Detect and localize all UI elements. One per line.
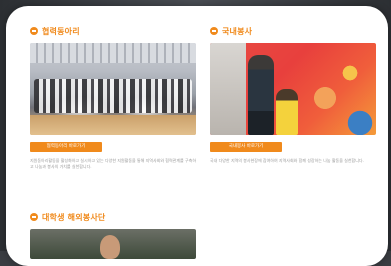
- section-title: 협력동아리: [42, 26, 80, 36]
- section-title: 대학생 해외봉사단: [42, 212, 106, 222]
- domestic-photo[interactable]: [210, 43, 376, 135]
- section-club: 협력동아리 협력동아리 바로가기 지원동아리활동을 활성화하고 실시하고 있는 …: [30, 24, 202, 170]
- section-domestic: 국내봉사 국내봉사 바로가기 국내 다양한 지역의 봉사현장에 참여하여 지역사…: [210, 24, 382, 164]
- club-photo[interactable]: [30, 43, 196, 135]
- domestic-link-button[interactable]: 국내봉사 바로가기: [210, 142, 282, 152]
- photo-ceiling: [30, 43, 196, 63]
- section-description: 국내 다양한 지역의 봉사현장에 참여하여 지역사회와 함께 성장하는 나눔 활…: [210, 158, 364, 163]
- photo-floor: [30, 115, 196, 135]
- overseas-photo[interactable]: [30, 229, 196, 259]
- photo-wall: [210, 43, 246, 135]
- photo-person: [276, 89, 298, 135]
- section-overseas: 대학생 해외봉사단: [30, 210, 202, 259]
- photo-person: [100, 235, 120, 259]
- content-card: 협력동아리 협력동아리 바로가기 지원동아리활동을 활성화하고 실시하고 있는 …: [6, 6, 388, 266]
- club-link-button[interactable]: 협력동아리 바로가기: [30, 142, 102, 152]
- section-title-row: 대학생 해외봉사단: [30, 210, 202, 224]
- section-title-row: 국내봉사: [210, 24, 382, 38]
- photo-person: [248, 55, 274, 135]
- photo-people: [34, 79, 192, 113]
- section-title-row: 협력동아리: [30, 24, 202, 38]
- section-description: 지원동아리활동을 활성화하고 실시하고 있는 다양한 지원활동을 통해 지역사회…: [30, 158, 197, 169]
- orange-bullet-icon: [30, 213, 38, 221]
- orange-bullet-icon: [210, 27, 218, 35]
- orange-bullet-icon: [30, 27, 38, 35]
- section-title: 국내봉사: [222, 26, 253, 36]
